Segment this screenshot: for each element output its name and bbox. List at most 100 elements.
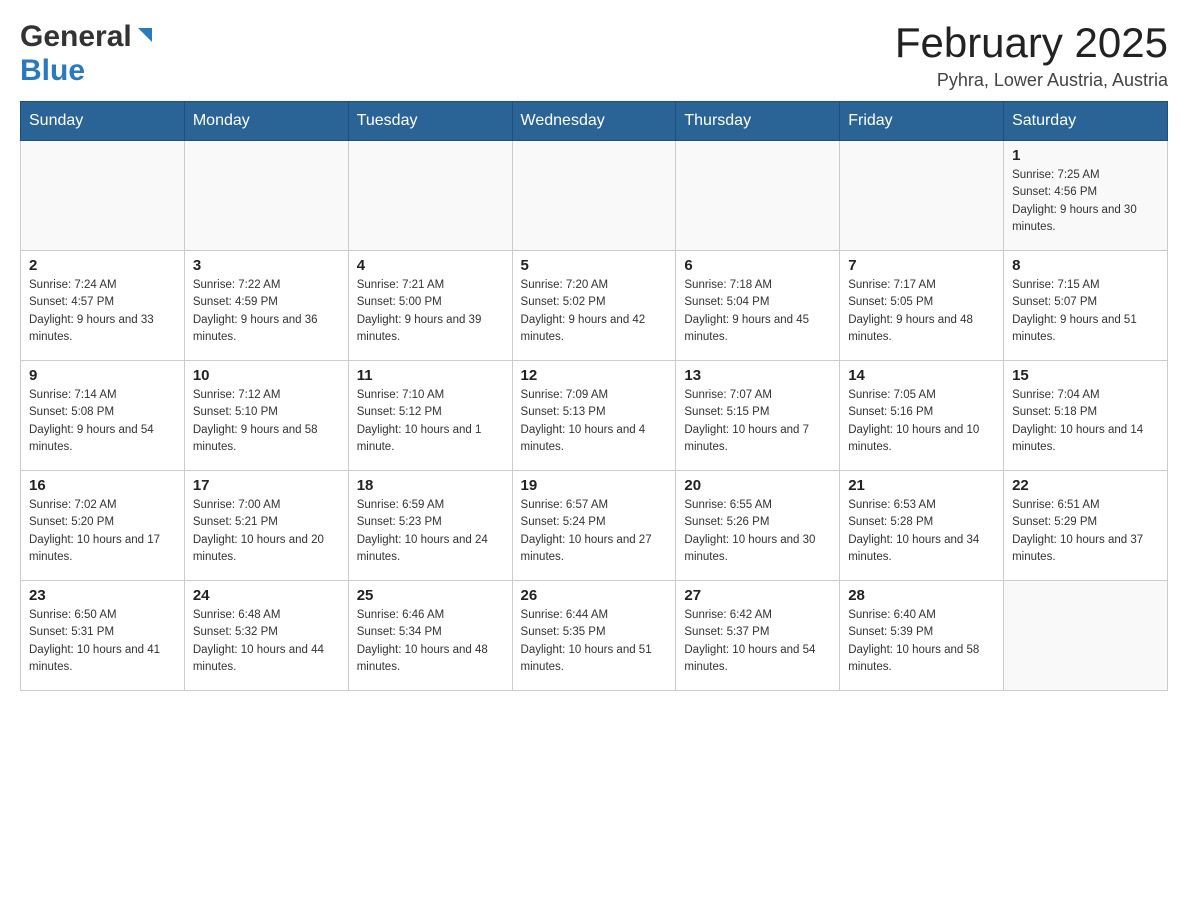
day-number: 19 — [521, 477, 668, 494]
day-info: Sunrise: 6:51 AMSunset: 5:29 PMDaylight:… — [1012, 497, 1159, 566]
day-number: 23 — [29, 587, 176, 604]
calendar-cell: 7 Sunrise: 7:17 AMSunset: 5:05 PMDaylight… — [840, 251, 1004, 361]
day-number: 4 — [357, 257, 504, 274]
weekday-header-wednesday: Wednesday — [512, 102, 676, 141]
week-row-2: 2Sunrise: 7:24 AMSunset: 4:57 PMDaylight… — [21, 251, 1168, 361]
calendar-cell: 20Sunrise: 6:55 AMSunset: 5:26 PMDayligh… — [676, 471, 840, 581]
calendar-cell: 6 Sunrise: 7:18 AMSunset: 5:04 PMDaylight… — [676, 251, 840, 361]
calendar-cell: 28 Sunrise: 6:40 AMSunset: 5:39 PMDayligh… — [840, 581, 1004, 691]
calendar-cell: 23 Sunrise: 6:50 AMSunset: 5:31 PMDayligh… — [21, 581, 185, 691]
logo: General Blue — [20, 20, 156, 88]
day-info: Sunrise: 7:09 AMSunset: 5:13 PMDaylight:… — [521, 387, 668, 456]
day-number: 26 — [521, 587, 668, 604]
calendar-cell: 12 Sunrise: 7:09 AMSunset: 5:13 PMDayligh… — [512, 361, 676, 471]
calendar-cell — [676, 141, 840, 251]
day-number: 22 — [1012, 477, 1159, 494]
day-info: Sunrise: 6:57 AMSunset: 5:24 PMDaylight:… — [521, 497, 668, 566]
day-info: Sunrise: 6:48 AMSunset: 5:32 PMDaylight:… — [193, 607, 340, 676]
calendar-cell: 8 Sunrise: 7:15 AMSunset: 5:07 PMDaylight… — [1004, 251, 1168, 361]
calendar-cell — [21, 141, 185, 251]
day-number: 16 — [29, 477, 176, 494]
weekday-header-row: SundayMondayTuesdayWednesdayThursdayFrid… — [21, 102, 1168, 141]
day-number: 9 — [29, 367, 176, 384]
day-number: 1 — [1012, 147, 1159, 164]
day-number: 25 — [357, 587, 504, 604]
calendar-cell: 2Sunrise: 7:24 AMSunset: 4:57 PMDaylight… — [21, 251, 185, 361]
calendar-cell: 27Sunrise: 6:42 AMSunset: 5:37 PMDayligh… — [676, 581, 840, 691]
calendar-cell: 9 Sunrise: 7:14 AMSunset: 5:08 PMDaylight… — [21, 361, 185, 471]
day-info: Sunrise: 6:59 AMSunset: 5:23 PMDaylight:… — [357, 497, 504, 566]
day-info: Sunrise: 7:05 AMSunset: 5:16 PMDaylight:… — [848, 387, 995, 456]
calendar-cell: 10Sunrise: 7:12 AMSunset: 5:10 PMDayligh… — [184, 361, 348, 471]
day-info: Sunrise: 7:07 AMSunset: 5:15 PMDaylight:… — [684, 387, 831, 456]
day-number: 15 — [1012, 367, 1159, 384]
calendar-cell: 16 Sunrise: 7:02 AMSunset: 5:20 PMDayligh… — [21, 471, 185, 581]
day-info: Sunrise: 7:17 AMSunset: 5:05 PMDaylight:… — [848, 277, 995, 346]
weekday-header-saturday: Saturday — [1004, 102, 1168, 141]
day-info: Sunrise: 6:40 AMSunset: 5:39 PMDaylight:… — [848, 607, 995, 676]
calendar-cell: 18 Sunrise: 6:59 AMSunset: 5:23 PMDayligh… — [348, 471, 512, 581]
day-number: 11 — [357, 367, 504, 384]
logo-general-text: General — [20, 20, 132, 54]
day-number: 14 — [848, 367, 995, 384]
day-info: Sunrise: 7:22 AMSunset: 4:59 PMDaylight:… — [193, 277, 340, 346]
calendar-cell: 17 Sunrise: 7:00 AMSunset: 5:21 PMDayligh… — [184, 471, 348, 581]
calendar-cell: 4 Sunrise: 7:21 AMSunset: 5:00 PMDaylight… — [348, 251, 512, 361]
day-info: Sunrise: 7:18 AMSunset: 5:04 PMDaylight:… — [684, 277, 831, 346]
calendar-cell: 11Sunrise: 7:10 AMSunset: 5:12 PMDayligh… — [348, 361, 512, 471]
day-number: 28 — [848, 587, 995, 604]
day-number: 18 — [357, 477, 504, 494]
day-info: Sunrise: 7:12 AMSunset: 5:10 PMDaylight:… — [193, 387, 340, 456]
day-number: 21 — [848, 477, 995, 494]
calendar-cell: 15 Sunrise: 7:04 AMSunset: 5:18 PMDayligh… — [1004, 361, 1168, 471]
weekday-header-thursday: Thursday — [676, 102, 840, 141]
calendar-cell — [184, 141, 348, 251]
day-number: 12 — [521, 367, 668, 384]
day-info: Sunrise: 6:50 AMSunset: 5:31 PMDaylight:… — [29, 607, 176, 676]
week-row-4: 16 Sunrise: 7:02 AMSunset: 5:20 PMDayligh… — [21, 471, 1168, 581]
page-header: General Blue February 2025 Pyhra, Lower … — [20, 20, 1168, 91]
day-info: Sunrise: 7:24 AMSunset: 4:57 PMDaylight:… — [29, 277, 176, 346]
day-info: Sunrise: 7:00 AMSunset: 5:21 PMDaylight:… — [193, 497, 340, 566]
day-info: Sunrise: 6:55 AMSunset: 5:26 PMDaylight:… — [684, 497, 831, 566]
day-number: 17 — [193, 477, 340, 494]
day-info: Sunrise: 7:25 AMSunset: 4:56 PMDaylight:… — [1012, 167, 1159, 236]
calendar-cell: 3Sunrise: 7:22 AMSunset: 4:59 PMDaylight… — [184, 251, 348, 361]
logo-blue-text: Blue — [20, 54, 85, 87]
calendar-cell: 14 Sunrise: 7:05 AMSunset: 5:16 PMDayligh… — [840, 361, 1004, 471]
calendar-cell: 13Sunrise: 7:07 AMSunset: 5:15 PMDayligh… — [676, 361, 840, 471]
day-number: 8 — [1012, 257, 1159, 274]
weekday-header-tuesday: Tuesday — [348, 102, 512, 141]
calendar-cell — [348, 141, 512, 251]
day-number: 5 — [521, 257, 668, 274]
logo-arrow-icon — [134, 24, 156, 51]
day-number: 6 — [684, 257, 831, 274]
day-info: Sunrise: 7:21 AMSunset: 5:00 PMDaylight:… — [357, 277, 504, 346]
weekday-header-monday: Monday — [184, 102, 348, 141]
calendar-cell — [840, 141, 1004, 251]
day-info: Sunrise: 7:15 AMSunset: 5:07 PMDaylight:… — [1012, 277, 1159, 346]
calendar-cell: 24 Sunrise: 6:48 AMSunset: 5:32 PMDayligh… — [184, 581, 348, 691]
calendar-cell: 19 Sunrise: 6:57 AMSunset: 5:24 PMDayligh… — [512, 471, 676, 581]
weekday-header-sunday: Sunday — [21, 102, 185, 141]
calendar-cell: 5 Sunrise: 7:20 AMSunset: 5:02 PMDaylight… — [512, 251, 676, 361]
calendar-cell: 21 Sunrise: 6:53 AMSunset: 5:28 PMDayligh… — [840, 471, 1004, 581]
day-info: Sunrise: 7:20 AMSunset: 5:02 PMDaylight:… — [521, 277, 668, 346]
calendar-cell: 25Sunrise: 6:46 AMSunset: 5:34 PMDayligh… — [348, 581, 512, 691]
calendar-cell: 22 Sunrise: 6:51 AMSunset: 5:29 PMDayligh… — [1004, 471, 1168, 581]
day-info: Sunrise: 6:42 AMSunset: 5:37 PMDaylight:… — [684, 607, 831, 676]
day-info: Sunrise: 7:02 AMSunset: 5:20 PMDaylight:… — [29, 497, 176, 566]
calendar-cell: 1 Sunrise: 7:25 AMSunset: 4:56 PMDaylight… — [1004, 141, 1168, 251]
week-row-5: 23 Sunrise: 6:50 AMSunset: 5:31 PMDayligh… — [21, 581, 1168, 691]
calendar-cell: 26Sunrise: 6:44 AMSunset: 5:35 PMDayligh… — [512, 581, 676, 691]
day-info: Sunrise: 7:04 AMSunset: 5:18 PMDaylight:… — [1012, 387, 1159, 456]
calendar-cell — [1004, 581, 1168, 691]
location-text: Pyhra, Lower Austria, Austria — [895, 70, 1168, 91]
day-number: 24 — [193, 587, 340, 604]
day-number: 7 — [848, 257, 995, 274]
day-info: Sunrise: 7:14 AMSunset: 5:08 PMDaylight:… — [29, 387, 176, 456]
calendar-table: SundayMondayTuesdayWednesdayThursdayFrid… — [20, 101, 1168, 691]
week-row-1: 1 Sunrise: 7:25 AMSunset: 4:56 PMDaylight… — [21, 141, 1168, 251]
weekday-header-friday: Friday — [840, 102, 1004, 141]
day-info: Sunrise: 6:53 AMSunset: 5:28 PMDaylight:… — [848, 497, 995, 566]
